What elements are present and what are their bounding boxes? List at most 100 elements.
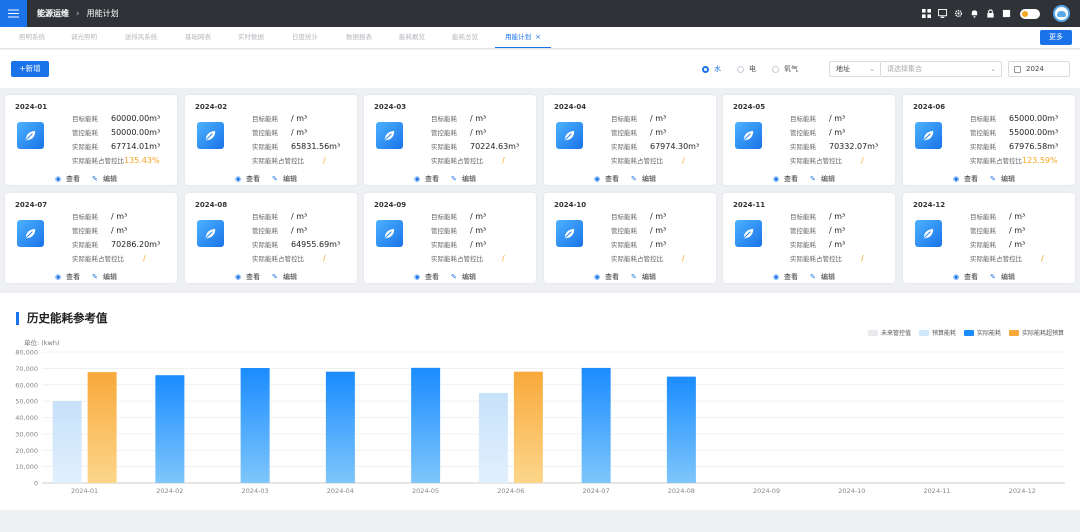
view-button[interactable]: ◉ 查看 (414, 272, 439, 282)
plan-card: 2024-03 目标能耗 / m³ 管控能耗 / m³ 实际能耗 70224.63m³ 实际能… (364, 95, 536, 185)
x-tick-label: 2024-05 (412, 487, 439, 495)
view-button[interactable]: ◉ 查看 (55, 174, 80, 184)
actual-value: 67976.58m³ (1009, 141, 1059, 151)
toolbar: +新增 水 电 氧气 地址 ⌄ 请选择集合 ⌄ 2024 (0, 50, 1080, 88)
grid-icon[interactable] (922, 9, 931, 18)
actual-label: 实际能耗 (252, 241, 278, 249)
edit-icon: ✎ (631, 174, 637, 183)
edit-icon: ✎ (990, 272, 996, 281)
view-button[interactable]: ◉ 查看 (235, 272, 260, 282)
edit-button[interactable]: ✎ 编辑 (990, 174, 1015, 184)
edit-button[interactable]: ✎ 编辑 (92, 174, 117, 184)
radio-water[interactable]: 水 (702, 64, 721, 74)
view-button[interactable]: ◉ 查看 (953, 174, 978, 184)
ratio-label: 实际能耗占管控比 (431, 255, 483, 263)
view-button[interactable]: ◉ 查看 (953, 272, 978, 282)
tab-energy-overview[interactable]: 能耗概览 (390, 27, 434, 48)
plan-card: 2024-06 目标能耗 65000.00m³ 管控能耗 55000.00m³ 实际能耗 6… (903, 95, 1075, 185)
edit-button[interactable]: ✎ 编辑 (92, 272, 117, 282)
chevron-down-icon: ⌄ (990, 65, 996, 73)
view-button[interactable]: ◉ 查看 (594, 174, 619, 184)
lock-icon[interactable] (986, 9, 995, 18)
year-picker[interactable]: 2024 (1008, 61, 1070, 77)
tab-base-meter[interactable]: 基础网表 (176, 27, 220, 48)
target-label: 目标能耗 (252, 115, 278, 123)
close-icon[interactable]: × (535, 33, 541, 41)
tab-data-report[interactable]: 数据报表 (337, 27, 381, 48)
radio-oxygen[interactable]: 氧气 (772, 64, 798, 74)
view-button[interactable]: ◉ 查看 (773, 272, 798, 282)
breadcrumb-root[interactable]: 能源运维 (37, 8, 69, 19)
radio-dot (772, 65, 779, 73)
target-label: 目标能耗 (611, 115, 637, 123)
bar-budget (478, 392, 508, 483)
leaf-icon (556, 220, 583, 247)
control-label: 管控能耗 (790, 129, 816, 137)
actual-label: 实际能耗 (252, 143, 278, 151)
tab-energy-summary[interactable]: 能耗总览 (443, 27, 487, 48)
plan-card: 2024-10 目标能耗 / m³ 管控能耗 / m³ 实际能耗 / m³ 实际能耗占管控比 /… (544, 193, 716, 283)
bell-icon[interactable] (970, 9, 979, 18)
tab-ventilation-system[interactable]: 送排风系统 (115, 27, 167, 48)
control-label: 管控能耗 (431, 227, 457, 235)
edit-icon: ✎ (92, 174, 98, 183)
edit-button[interactable]: ✎ 编辑 (631, 174, 656, 184)
edit-button[interactable]: ✎ 编辑 (810, 174, 835, 184)
edit-button[interactable]: ✎ 编辑 (451, 272, 476, 282)
target-value: / m³ (291, 211, 308, 221)
bar-actual (155, 375, 185, 483)
ratio-value: / (502, 155, 505, 165)
add-button[interactable]: +新增 (11, 61, 49, 77)
ratio-label: 实际能耗占管控比 (252, 157, 304, 165)
control-label: 管控能耗 (252, 129, 278, 137)
monitor-icon[interactable] (938, 9, 947, 18)
edit-button[interactable]: ✎ 编辑 (810, 272, 835, 282)
radio-electricity[interactable]: 电 (737, 64, 756, 74)
view-button[interactable]: ◉ 查看 (55, 272, 80, 282)
target-value: / m³ (650, 211, 667, 221)
ratio-value: / (143, 253, 146, 263)
eye-icon: ◉ (953, 174, 960, 183)
edit-button[interactable]: ✎ 编辑 (272, 272, 297, 282)
eye-icon: ◉ (55, 272, 62, 281)
plan-card: 2024-04 目标能耗 / m³ 管控能耗 / m³ 实际能耗 67974.30m³ 实际能… (544, 95, 716, 185)
control-label: 管控能耗 (252, 227, 278, 235)
leaf-icon (197, 220, 224, 247)
plan-card: 2024-09 目标能耗 / m³ 管控能耗 / m³ 实际能耗 / m³ 实际能耗占管控比 /… (364, 193, 536, 283)
actual-value: 65831.56m³ (291, 141, 341, 151)
avatar[interactable] (1053, 5, 1070, 22)
theme-toggle[interactable] (1020, 8, 1040, 19)
address-select[interactable]: 地址 ⌄ (829, 61, 881, 77)
view-button[interactable]: ◉ 查看 (594, 272, 619, 282)
plan-card: 2024-01 目标能耗 60000.00m³ 管控能耗 50000.00m³ 实际能耗 6… (5, 95, 177, 185)
tab-daily-stats[interactable]: 日度统计 (283, 27, 327, 48)
card-month: 2024-03 (374, 103, 407, 111)
tab-lighting-system[interactable]: 照明系统 (10, 27, 54, 48)
card-month: 2024-10 (554, 201, 587, 209)
target-label: 目标能耗 (431, 213, 457, 221)
menu-icon[interactable] (0, 0, 27, 27)
edit-button[interactable]: ✎ 编辑 (631, 272, 656, 282)
actual-label: 实际能耗 (611, 143, 637, 151)
control-value: / m³ (470, 127, 487, 137)
ratio-value: / (682, 155, 685, 165)
eye-icon: ◉ (594, 272, 601, 281)
fullscreen-icon[interactable] (1002, 9, 1011, 18)
set-select[interactable]: 请选择集合 ⌄ (881, 61, 1002, 77)
tab-energy-plan[interactable]: 用能计划 × (495, 27, 551, 48)
x-tick-label: 2024-06 (497, 487, 524, 495)
gear-icon[interactable] (954, 9, 963, 18)
view-button[interactable]: ◉ 查看 (773, 174, 798, 184)
tab-dimming-lighting[interactable]: 调光照明 (62, 27, 106, 48)
edit-button[interactable]: ✎ 编辑 (990, 272, 1015, 282)
tab-realtime-data[interactable]: 实时数据 (229, 27, 273, 48)
actual-label: 实际能耗 (72, 143, 98, 151)
view-button[interactable]: ◉ 查看 (414, 174, 439, 184)
more-button[interactable]: 更多 (1040, 30, 1072, 45)
bar-over-budget (87, 372, 117, 483)
y-tick-label: 60,000 (15, 381, 38, 389)
edit-button[interactable]: ✎ 编辑 (451, 174, 476, 184)
edit-button[interactable]: ✎ 编辑 (272, 174, 297, 184)
view-button[interactable]: ◉ 查看 (235, 174, 260, 184)
ratio-value: / (861, 253, 864, 263)
